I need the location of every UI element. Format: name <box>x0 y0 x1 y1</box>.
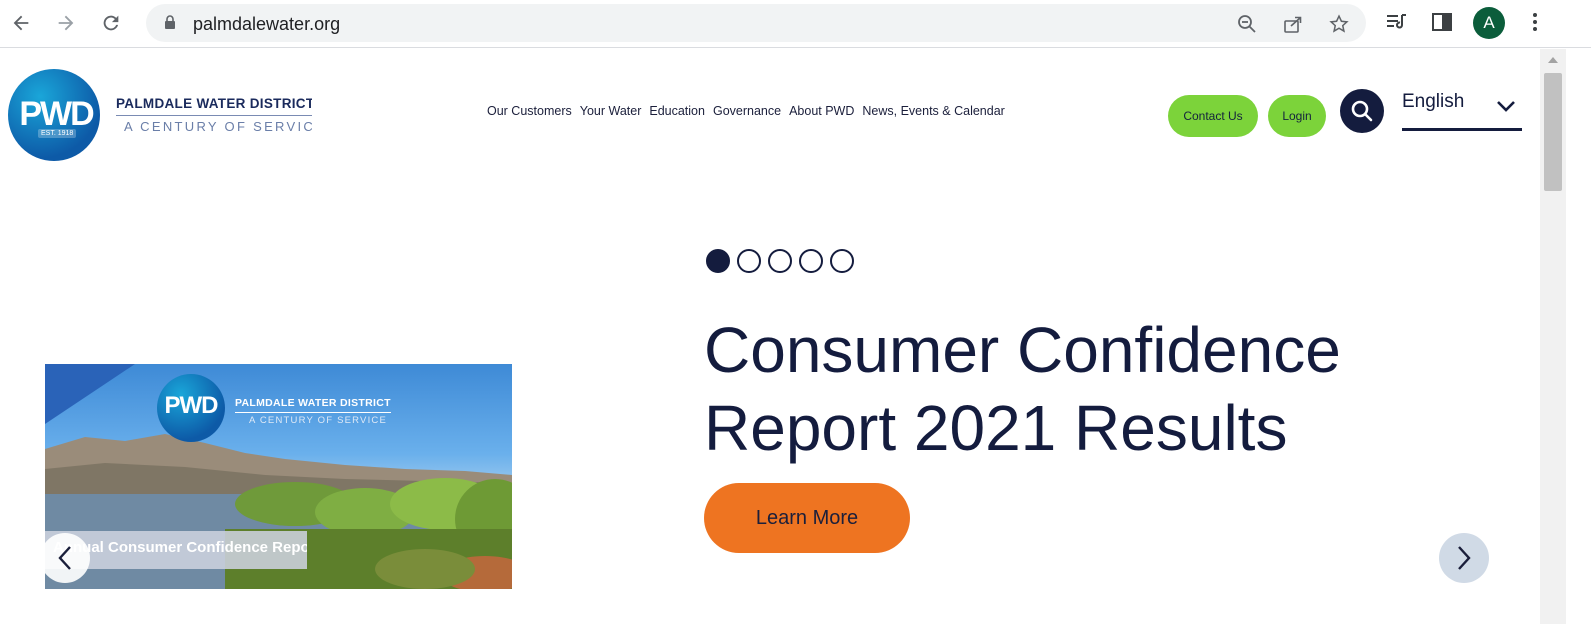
slide-dot-3[interactable] <box>768 249 792 273</box>
nav-your-water[interactable]: Your Water <box>580 104 642 118</box>
learn-more-button[interactable]: Learn More <box>704 483 910 553</box>
login-button[interactable]: Login <box>1268 95 1326 137</box>
language-value: English <box>1402 91 1465 112</box>
scroll-up-arrow-icon[interactable] <box>1548 57 1558 63</box>
reload-icon[interactable] <box>96 8 126 38</box>
slide-dot-4[interactable] <box>799 249 823 273</box>
slide-dot-2[interactable] <box>737 249 761 273</box>
web-page: PWD EST. 1918 PALMDALE WATER DISTRICT A … <box>0 49 1540 624</box>
slide-dot-5[interactable] <box>830 249 854 273</box>
address-bar[interactable]: palmdalewater.org <box>146 4 1366 42</box>
image-logo: PWD <box>157 374 225 442</box>
browser-toolbar: palmdalewater.org A <box>0 0 1591 48</box>
reading-list-icon[interactable] <box>1385 10 1409 34</box>
main-nav: Our Customers Your Water Education Gover… <box>487 104 1005 118</box>
contact-us-button[interactable]: Contact Us <box>1168 95 1258 137</box>
slide-dot-1[interactable] <box>706 249 730 273</box>
profile-avatar[interactable]: A <box>1473 7 1505 39</box>
image-corner-accent <box>45 364 135 424</box>
url-text[interactable]: palmdalewater.org <box>193 14 340 35</box>
nav-education[interactable]: Education <box>649 104 705 118</box>
language-select[interactable]: English <box>1402 91 1522 131</box>
brand-divider <box>116 115 312 116</box>
site-logo[interactable]: PWD EST. 1918 <box>8 69 100 161</box>
zoom-out-icon[interactable] <box>1236 13 1258 35</box>
lock-icon[interactable] <box>164 15 176 35</box>
chevron-down-icon <box>1496 99 1516 117</box>
back-icon[interactable] <box>6 8 36 38</box>
page-scrollbar[interactable] <box>1540 49 1566 624</box>
next-slide-button[interactable] <box>1439 533 1489 583</box>
image-tagline: A CENTURY OF SERVICE <box>249 415 388 426</box>
logo-est: EST. 1918 <box>38 129 77 138</box>
chevron-right-icon <box>1458 546 1471 570</box>
more-menu-icon[interactable] <box>1523 10 1547 34</box>
share-icon[interactable] <box>1282 13 1304 35</box>
hero-headline: Consumer Confidence Report 2021 Results <box>704 314 1341 464</box>
nav-about-pwd[interactable]: About PWD <box>789 104 854 118</box>
nav-our-customers[interactable]: Our Customers <box>487 104 572 118</box>
search-button[interactable] <box>1340 89 1384 133</box>
chevron-left-icon <box>58 546 71 570</box>
side-panel-icon[interactable] <box>1430 10 1454 34</box>
bookmark-star-icon[interactable] <box>1328 13 1350 35</box>
slide-indicators <box>706 249 854 273</box>
image-org-name: PALMDALE WATER DISTRICT <box>235 397 391 413</box>
site-tagline: A CENTURY OF SERVICE <box>124 119 312 134</box>
site-name[interactable]: PALMDALE WATER DISTRICT <box>116 96 312 111</box>
nav-news-events-calendar[interactable]: News, Events & Calendar <box>862 104 1004 118</box>
forward-icon[interactable] <box>51 8 81 38</box>
search-icon <box>1351 100 1373 122</box>
scrollbar-thumb[interactable] <box>1544 73 1562 191</box>
previous-slide-button[interactable] <box>40 533 90 583</box>
nav-governance[interactable]: Governance <box>713 104 781 118</box>
